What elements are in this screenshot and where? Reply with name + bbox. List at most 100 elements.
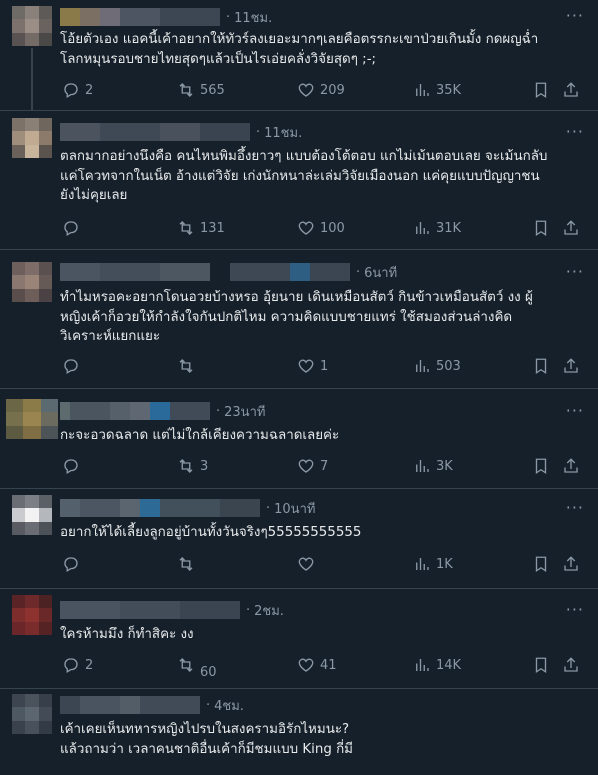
bookmark-button[interactable] <box>532 357 550 375</box>
display-name[interactable] <box>60 402 70 420</box>
like-button[interactable] <box>297 555 320 573</box>
share-button[interactable] <box>562 457 580 475</box>
bookmark-button[interactable] <box>532 555 550 573</box>
bookmark-button[interactable] <box>532 656 550 674</box>
share-button[interactable] <box>562 555 580 573</box>
reply-button[interactable] <box>62 219 85 237</box>
share-button[interactable] <box>562 656 580 674</box>
tweet[interactable]: · 6นาที ··· ทำไมหรอคะอยากโดนอวยบ้างหรอ อ… <box>0 250 598 389</box>
reply-icon <box>64 658 78 673</box>
reply-button[interactable] <box>62 357 85 375</box>
like-button[interactable]: 209 <box>297 81 345 99</box>
retweet-button[interactable] <box>177 555 200 573</box>
heart-icon <box>298 658 314 672</box>
user-handle[interactable] <box>180 601 240 619</box>
like-button[interactable]: 1 <box>297 357 328 375</box>
timestamp[interactable]: 11ชม. <box>264 122 302 143</box>
share-button[interactable] <box>562 219 580 237</box>
reply-button[interactable]: 2 <box>62 656 93 674</box>
views-icon <box>416 360 429 372</box>
user-handle[interactable] <box>200 123 250 141</box>
views-button[interactable]: 31K <box>413 219 461 237</box>
timestamp[interactable]: 6นาที <box>364 262 397 283</box>
more-options-icon[interactable]: ··· <box>566 122 584 141</box>
user-handle[interactable] <box>290 263 310 281</box>
reply-button[interactable] <box>62 555 85 573</box>
reply-button[interactable] <box>62 457 85 475</box>
tweet-actions: 3 7 3K <box>60 457 580 477</box>
tweet[interactable]: · 11ชม. ··· ตลกมากอย่างนึงคือ คนไหนพิมอึ… <box>0 111 598 250</box>
separator-dot: · <box>216 403 221 419</box>
display-name[interactable] <box>60 601 120 619</box>
bookmark-button[interactable] <box>532 81 550 99</box>
more-options-icon[interactable]: ··· <box>566 262 584 281</box>
display-name[interactable] <box>60 499 80 517</box>
bookmark-icon <box>535 458 547 475</box>
share-button[interactable] <box>562 357 580 375</box>
tweet[interactable]: · 23นาที ··· กะจะอวดฉลาด แต่ไม่ใกล้เคียง… <box>0 389 598 489</box>
bookmark-button[interactable] <box>532 457 550 475</box>
timestamp[interactable]: 4ชม. <box>214 695 244 716</box>
share-icon <box>564 358 578 373</box>
like-button[interactable]: 41 <box>297 656 337 674</box>
views-icon <box>416 222 429 234</box>
heart-icon <box>298 83 314 97</box>
display-name[interactable] <box>60 696 80 714</box>
avatar[interactable] <box>6 399 58 439</box>
avatar[interactable] <box>12 595 52 635</box>
separator-dot: · <box>266 500 271 516</box>
views-button[interactable]: 14K <box>413 656 461 674</box>
thread-line <box>31 48 33 111</box>
tweet[interactable]: · 2ชม. ··· ใครห้ามมึง ก็ทำสิคะ งง 2 60 4… <box>0 589 598 689</box>
tweet-header: · 10นาที <box>60 498 315 518</box>
reply-count: 2 <box>85 82 94 98</box>
tweet[interactable]: · 10นาที ··· อยากให้ได้เลี้ยงลูกอยู่บ้าน… <box>0 489 598 589</box>
tweet[interactable]: · 4ชม. เค้าเคยเห็นทหารหญิงไปรบในสงครามอิ… <box>0 689 598 775</box>
bookmark-button[interactable] <box>532 219 550 237</box>
timestamp[interactable]: 2ชม. <box>254 600 284 621</box>
avatar[interactable] <box>12 694 52 734</box>
avatar[interactable] <box>12 262 52 302</box>
tweet-actions: 1K <box>60 555 580 575</box>
reply-button[interactable]: 2 <box>62 81 93 99</box>
avatar[interactable] <box>12 6 52 46</box>
avatar[interactable] <box>12 118 52 158</box>
reply-icon <box>64 221 78 236</box>
share-icon <box>564 458 578 473</box>
like-button[interactable]: 100 <box>297 219 345 237</box>
bookmark-icon <box>535 82 547 99</box>
timestamp[interactable]: 10นาที <box>274 498 315 519</box>
display-name[interactable] <box>60 8 80 26</box>
views-button[interactable]: 3K <box>413 457 453 475</box>
share-button[interactable] <box>562 81 580 99</box>
more-options-icon[interactable]: ··· <box>566 6 584 25</box>
share-icon <box>564 82 578 97</box>
retweet-icon <box>179 359 193 373</box>
tweet-text: กะจะอวดฉลาด แต่ไม่ใกล้เคียงความฉลาดเลยค่… <box>60 428 340 443</box>
retweet-button[interactable]: 565 <box>177 81 225 99</box>
retweet-button[interactable] <box>177 357 200 375</box>
user-handle[interactable] <box>140 696 200 714</box>
more-options-icon[interactable]: ··· <box>566 401 584 420</box>
retweet-button[interactable]: 60 <box>177 656 217 680</box>
user-handle[interactable] <box>160 8 220 26</box>
tweet[interactable]: · 11ชม. ··· โอ้ยตัวเอง แอคนี้เค้าอยากให้… <box>0 0 598 111</box>
timestamp[interactable]: 23นาที <box>224 401 265 422</box>
views-button[interactable]: 503 <box>413 357 461 375</box>
display-name[interactable] <box>60 263 100 281</box>
avatar[interactable] <box>12 495 52 535</box>
user-handle[interactable] <box>160 499 220 517</box>
like-count: 41 <box>320 657 337 673</box>
like-button[interactable]: 7 <box>297 457 328 475</box>
like-count: 7 <box>320 458 329 474</box>
retweet-button[interactable]: 3 <box>177 457 208 475</box>
timestamp[interactable]: 11ชม. <box>234 7 272 28</box>
views-button[interactable]: 35K <box>413 81 461 99</box>
more-options-icon[interactable]: ··· <box>566 600 584 619</box>
retweet-icon <box>179 221 193 235</box>
user-handle[interactable] <box>150 402 170 420</box>
display-name[interactable] <box>60 123 100 141</box>
retweet-button[interactable]: 131 <box>177 219 225 237</box>
more-options-icon[interactable]: ··· <box>566 498 584 517</box>
views-button[interactable]: 1K <box>413 555 453 573</box>
